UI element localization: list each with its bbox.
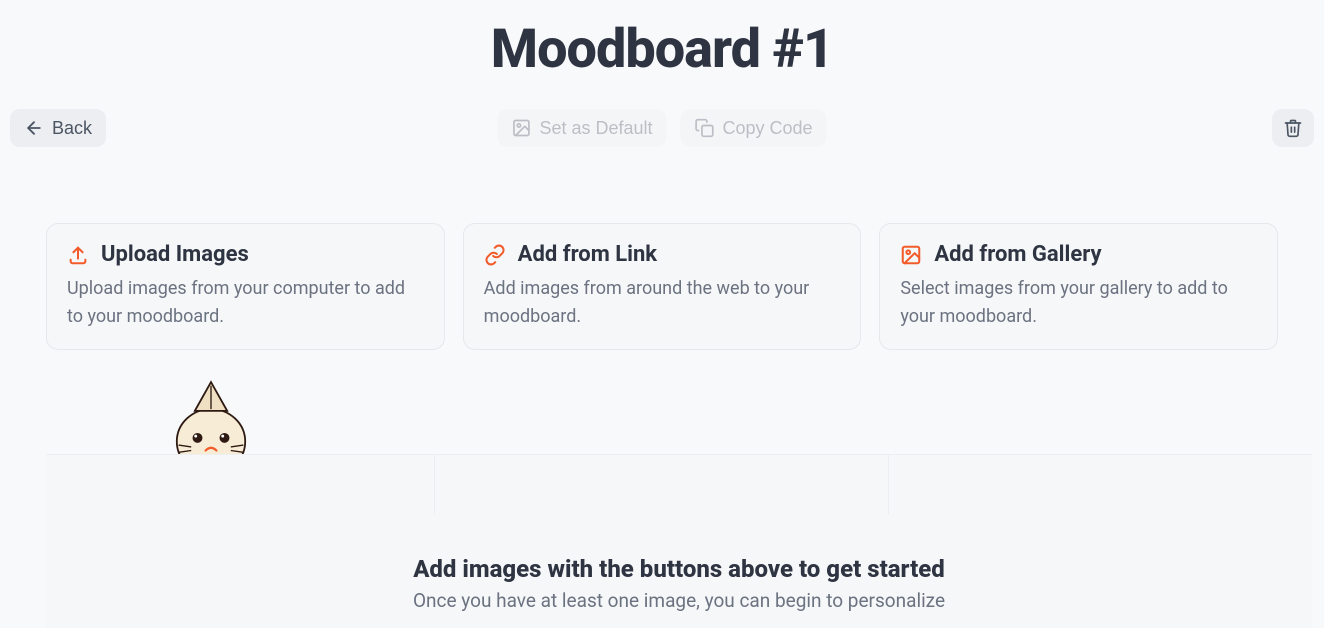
- add-from-link-card[interactable]: Add from Link Add images from around the…: [463, 223, 862, 350]
- card-title: Add from Link: [518, 242, 657, 267]
- upload-images-card[interactable]: Upload Images Upload images from your co…: [46, 223, 445, 350]
- arrow-left-icon: [24, 118, 44, 138]
- card-desc: Add images from around the web to your m…: [484, 275, 841, 331]
- trash-icon: [1283, 118, 1303, 138]
- add-from-gallery-card[interactable]: Add from Gallery Select images from your…: [879, 223, 1278, 350]
- card-title: Upload Images: [101, 242, 249, 267]
- toolbar: Back Set as Default Copy Code: [0, 109, 1324, 155]
- gallery-icon: [900, 244, 922, 266]
- copy-code-label: Copy Code: [723, 119, 813, 137]
- link-icon: [484, 244, 506, 266]
- set-default-button: Set as Default: [497, 109, 666, 147]
- empty-title: Add images with the buttons above to get…: [46, 555, 1312, 583]
- back-button-label: Back: [52, 119, 92, 137]
- page-title: Moodboard #1: [0, 0, 1324, 81]
- copy-code-button: Copy Code: [681, 109, 827, 147]
- card-desc: Upload images from your computer to add …: [67, 275, 424, 331]
- divider: [888, 454, 889, 514]
- divider: [434, 454, 435, 514]
- empty-state: Add images with the buttons above to get…: [46, 454, 1312, 628]
- card-desc: Select images from your gallery to add t…: [900, 275, 1257, 331]
- action-cards: Upload Images Upload images from your co…: [0, 223, 1324, 350]
- copy-icon: [695, 118, 715, 138]
- upload-icon: [67, 244, 89, 266]
- image-icon: [511, 118, 531, 138]
- delete-button[interactable]: [1272, 109, 1314, 147]
- empty-subtitle: Once you have at least one image, you ca…: [46, 589, 1312, 612]
- card-title: Add from Gallery: [934, 242, 1101, 267]
- back-button[interactable]: Back: [10, 109, 106, 147]
- set-default-label: Set as Default: [539, 119, 652, 137]
